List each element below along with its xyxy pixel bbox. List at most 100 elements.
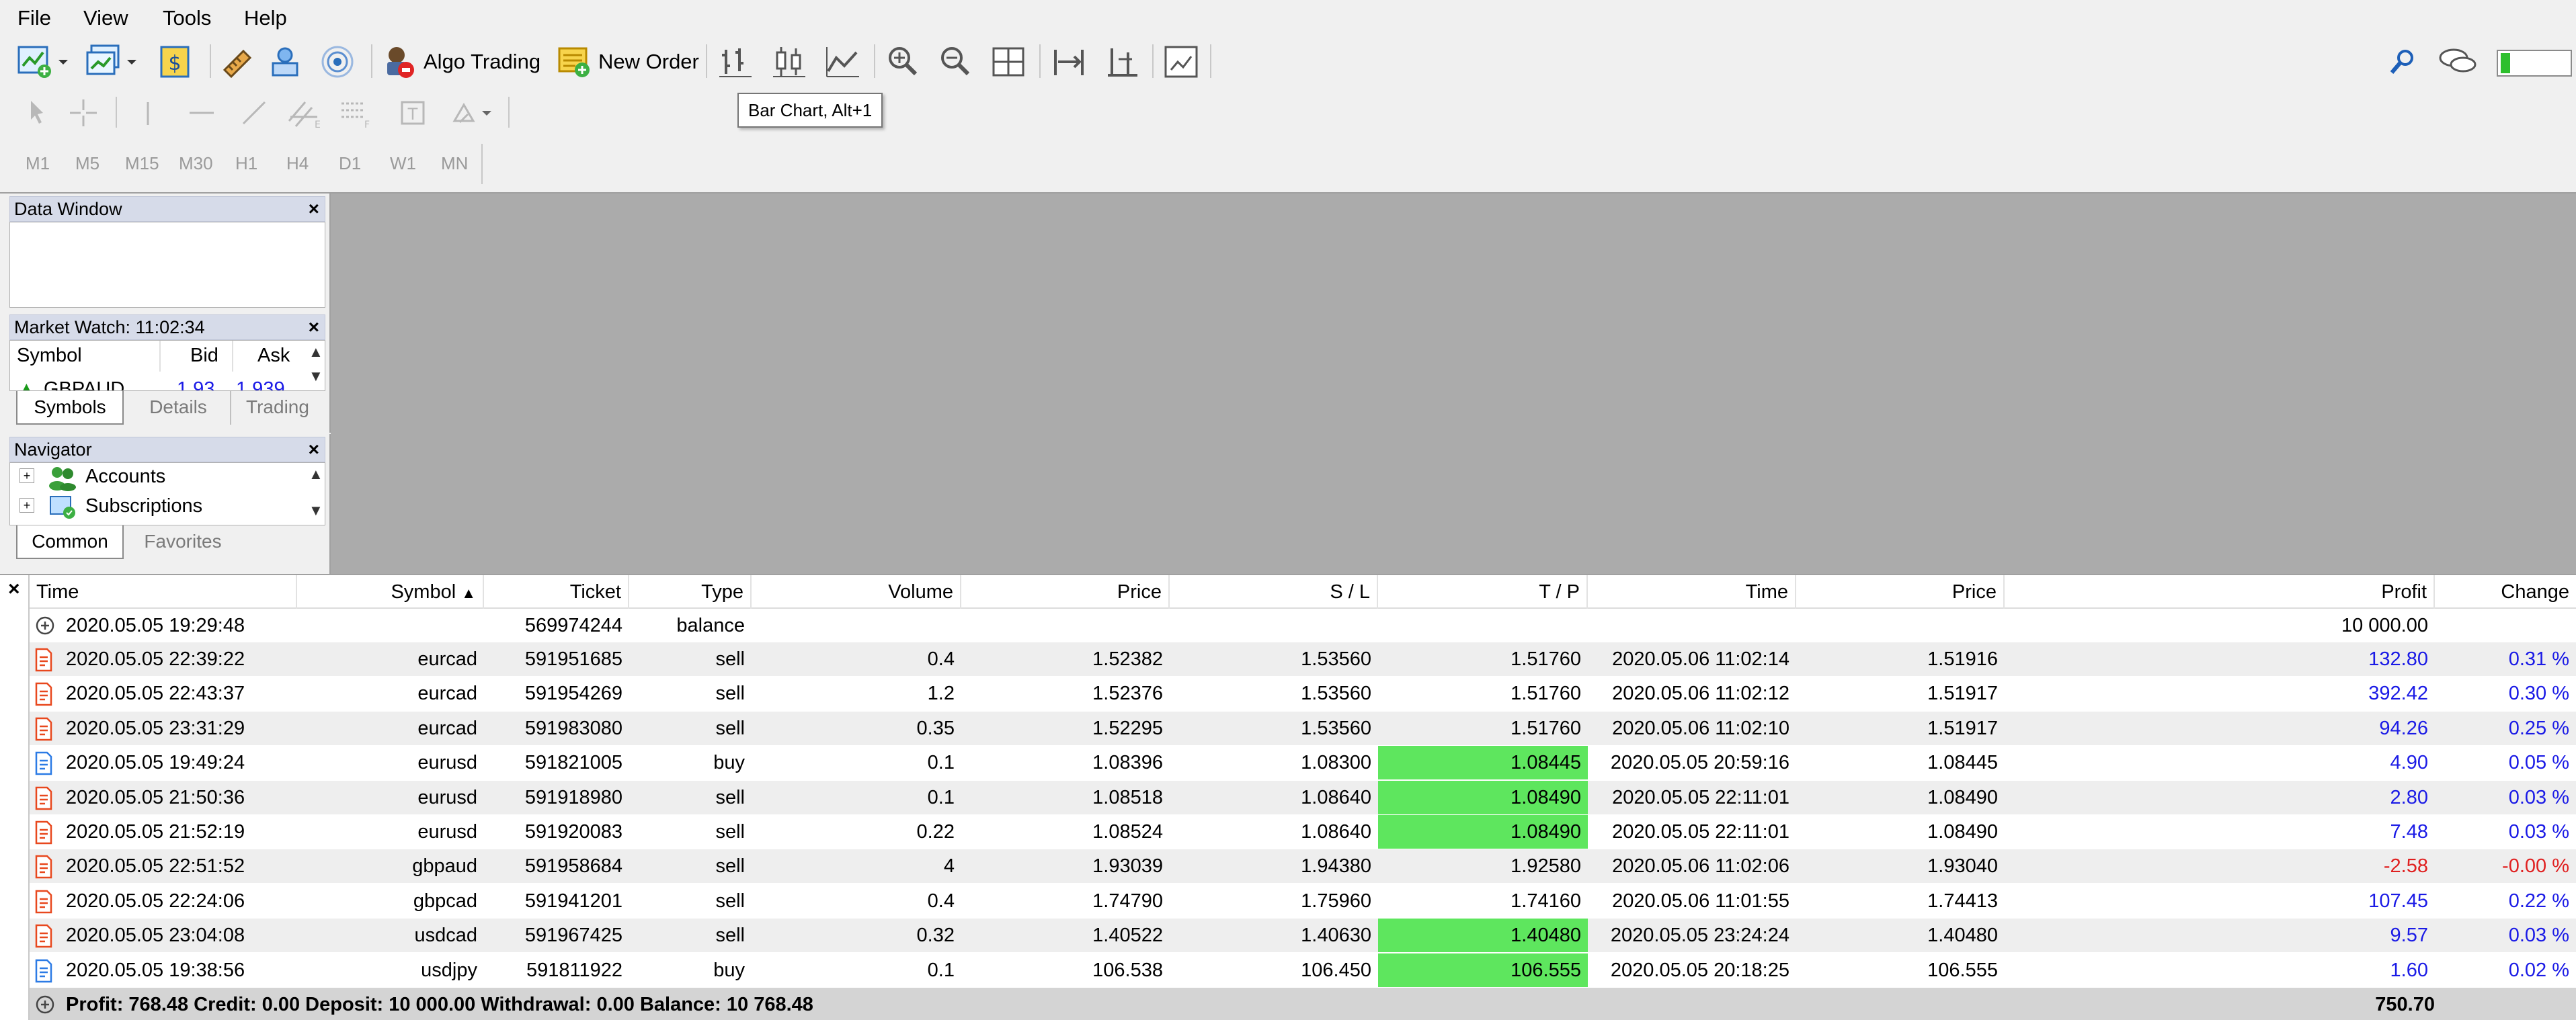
navigator-item-subscriptions[interactable]: Subscriptions xyxy=(85,495,202,517)
timeframe-m15[interactable]: M15 xyxy=(125,153,159,174)
trade-sl: 1.53560 xyxy=(1301,717,1371,739)
timeframe-m1[interactable]: M1 xyxy=(26,153,50,174)
timeframe-m30[interactable]: M30 xyxy=(179,153,213,174)
column-change[interactable]: Change xyxy=(2435,575,2576,609)
menu-view[interactable]: View xyxy=(83,4,128,32)
expand-icon[interactable]: + xyxy=(19,498,34,513)
navigator-tabs: Common Favorites xyxy=(9,525,325,559)
shapes-button[interactable] xyxy=(448,91,493,134)
table-row[interactable]: 2020.05.05 22:24:06 gbpcad 591941201 sell 0.… xyxy=(30,884,2576,918)
timeframe-d1[interactable]: D1 xyxy=(339,153,361,174)
candlestick-icon xyxy=(773,47,805,77)
tab-trading[interactable]: Trading xyxy=(230,391,324,425)
toolbar-separator xyxy=(706,44,707,78)
timeframe-mn[interactable]: MN xyxy=(441,153,468,174)
data-window-header: Data Window × xyxy=(9,196,325,222)
trade-time: 2020.05.05 19:49:24 xyxy=(66,752,245,774)
candlestick-button[interactable] xyxy=(770,40,808,83)
trade-tp: 1.08445 xyxy=(1378,746,1588,780)
zoom-out-button[interactable] xyxy=(936,40,973,83)
table-row[interactable]: 2020.05.05 23:31:29 eurcad 591983080 sell 0.… xyxy=(30,711,2576,745)
column-tp[interactable]: T / P xyxy=(1378,575,1588,609)
navigator-header: Navigator × xyxy=(9,437,325,462)
algo-trading-button[interactable]: Algo Trading xyxy=(380,40,540,83)
scroll-down-icon[interactable]: ▼ xyxy=(309,502,323,519)
close-icon[interactable]: × xyxy=(309,315,319,339)
zoom-in-button[interactable] xyxy=(883,40,921,83)
navigator-item-accounts[interactable]: Accounts xyxy=(85,466,165,488)
text-button[interactable]: T xyxy=(397,91,429,134)
tile-windows-button[interactable] xyxy=(990,40,1027,83)
new-order-button[interactable]: New Order xyxy=(555,40,699,83)
signals-button[interactable] xyxy=(319,40,356,83)
profiles-button[interactable] xyxy=(85,40,138,83)
balance-row[interactable]: 2020.05.05 19:29:48 569974244 balance 10… xyxy=(30,609,2576,642)
timeframe-h1[interactable]: H1 xyxy=(235,153,257,174)
line-chart-button[interactable] xyxy=(824,40,862,83)
close-icon[interactable]: × xyxy=(309,197,319,221)
column-sl[interactable]: S / L xyxy=(1170,575,1378,609)
column-symbol[interactable]: Symbol ▲ xyxy=(297,575,484,609)
table-row[interactable]: 2020.05.05 22:51:52 gbpaud 591958684 sell 4 1… xyxy=(30,849,2576,884)
menu-file[interactable]: File xyxy=(17,4,51,32)
timeframe-m5[interactable]: M5 xyxy=(75,153,99,174)
table-row[interactable]: 2020.05.05 19:49:24 eurusd 591821005 buy 0.1… xyxy=(30,746,2576,780)
expand-icon[interactable]: + xyxy=(19,468,34,483)
trade-tp: 1.08490 xyxy=(1378,780,1588,814)
navigator-button[interactable] xyxy=(266,40,304,83)
column-ask[interactable]: Ask xyxy=(257,345,290,367)
tab-common[interactable]: Common xyxy=(16,525,124,559)
horizontal-line-button[interactable] xyxy=(186,91,218,134)
trade-open-price: 1.08396 xyxy=(1092,752,1163,774)
trade-type: buy xyxy=(713,959,745,981)
column-time[interactable]: Time xyxy=(30,575,297,609)
column-type[interactable]: Type xyxy=(629,575,752,609)
equidistant-channel-button[interactable]: E xyxy=(285,91,323,134)
trade-close-price: 1.40480 xyxy=(1927,925,1998,947)
tab-details[interactable]: Details xyxy=(128,391,229,425)
vertical-line-button[interactable] xyxy=(134,91,161,134)
trade-sl: 1.08640 xyxy=(1301,786,1371,808)
chart-shift-button[interactable] xyxy=(1050,40,1088,83)
crosshair-button[interactable] xyxy=(67,91,99,134)
tab-favorites[interactable]: Favorites xyxy=(129,525,237,559)
close-icon[interactable]: × xyxy=(309,437,319,462)
column-bid[interactable]: Bid xyxy=(190,345,218,367)
column-volume[interactable]: Volume xyxy=(752,575,961,609)
table-row[interactable]: 2020.05.05 23:04:08 usdcad 591967425 sell 0.… xyxy=(30,919,2576,953)
chat-button[interactable] xyxy=(2436,40,2479,83)
new-chart-button[interactable] xyxy=(16,40,70,83)
timeframe-w1[interactable]: W1 xyxy=(390,153,416,174)
data-window-button[interactable] xyxy=(219,40,257,83)
table-row[interactable]: 2020.05.05 19:38:56 usdjpy 591811922 buy 0.1… xyxy=(30,953,2576,987)
column-close-price[interactable]: Price xyxy=(1796,575,2005,609)
fibonacci-button[interactable]: F xyxy=(337,91,375,134)
standard-toolbar: $ Algo Trading New Order xyxy=(0,38,2576,86)
market-watch-button[interactable]: $ xyxy=(155,40,195,83)
autoscroll-button[interactable] xyxy=(1102,40,1140,83)
close-icon[interactable]: × xyxy=(8,578,20,601)
column-close-time[interactable]: Time xyxy=(1588,575,1796,609)
column-ticket[interactable]: Ticket xyxy=(484,575,629,609)
table-row[interactable]: 2020.05.05 21:52:19 eurusd 591920083 sell 0.… xyxy=(30,815,2576,849)
cursor-button[interactable] xyxy=(24,91,51,134)
column-profit[interactable]: Profit xyxy=(2005,575,2435,609)
market-symbol[interactable]: GBPAUD xyxy=(44,378,124,390)
scroll-down-icon[interactable]: ▼ xyxy=(309,368,323,385)
tab-symbols[interactable]: Symbols xyxy=(16,391,124,425)
table-row[interactable]: 2020.05.05 21:50:36 eurusd 591918980 sell 0.… xyxy=(30,780,2576,814)
bar-chart-button[interactable] xyxy=(717,40,754,83)
templates-button[interactable] xyxy=(1162,40,1202,83)
table-row[interactable]: 2020.05.05 22:43:37 eurcad 591954269 sell 1.… xyxy=(30,677,2576,710)
trendline-button[interactable] xyxy=(238,91,270,134)
chart-area[interactable] xyxy=(331,194,2576,574)
scroll-up-icon[interactable]: ▲ xyxy=(309,466,323,483)
column-price[interactable]: Price xyxy=(961,575,1170,609)
scroll-up-icon[interactable]: ▲ xyxy=(309,343,323,361)
table-row[interactable]: 2020.05.05 22:39:22 eurcad 591951685 sell 0.… xyxy=(30,642,2576,676)
menu-tools[interactable]: Tools xyxy=(163,4,211,32)
column-symbol[interactable]: Symbol xyxy=(17,345,82,367)
menu-help[interactable]: Help xyxy=(244,4,287,32)
timeframe-h4[interactable]: H4 xyxy=(286,153,309,174)
search-button[interactable] xyxy=(2386,40,2419,83)
